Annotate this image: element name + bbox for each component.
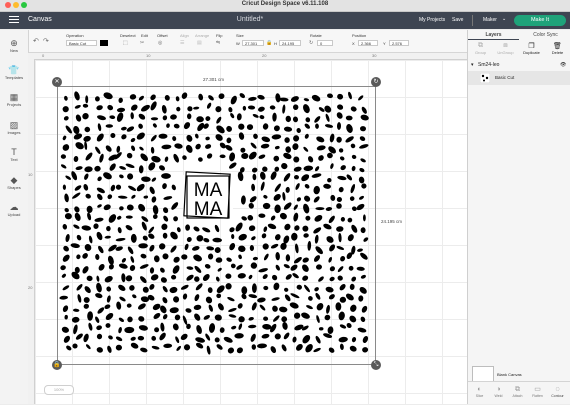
selection-box xyxy=(57,86,376,365)
layer-group-name: Sm24-leo xyxy=(478,62,500,68)
trash-icon: 🗑 xyxy=(553,43,562,50)
layers-bottom-toolbar: ◐ Slice ◑ Weld ⧉ Attach ▭ Flatten ◌ Contour xyxy=(468,381,570,405)
height-dimension: 24.195 cm xyxy=(381,219,403,224)
delete-button[interactable]: 🗑 Delete xyxy=(545,42,570,55)
slice-label: Slice xyxy=(475,394,484,398)
group-button[interactable]: ⧉ Group xyxy=(468,42,493,55)
duplicate-icon: ❐ xyxy=(528,43,535,50)
ungroup-icon: ⧈ xyxy=(503,42,508,49)
chevron-down-icon[interactable]: ▾ xyxy=(471,61,474,69)
blank-canvas-swatch[interactable] xyxy=(472,366,494,382)
contour-icon: ◌ xyxy=(555,386,560,393)
contour-button[interactable]: ◌ Contour xyxy=(548,385,567,398)
resize-handle-icon[interactable]: ⤡ xyxy=(371,360,381,370)
contour-label: Contour xyxy=(551,394,564,398)
duplicate-label: Duplicate xyxy=(523,50,540,55)
weld-button[interactable]: ◑ Weld xyxy=(489,385,508,398)
attach-icon: ⧉ xyxy=(515,386,520,393)
attach-label: Attach xyxy=(512,394,523,398)
lock-handle-icon[interactable]: 🔒 xyxy=(52,360,62,370)
zoom-control[interactable]: 100% xyxy=(44,385,74,395)
delete-label: Delete xyxy=(551,50,564,55)
flatten-button[interactable]: ▭ Flatten xyxy=(528,385,547,398)
group-label: Group xyxy=(474,50,487,55)
tab-color-sync[interactable]: Color Sync xyxy=(520,31,570,39)
ungroup-button[interactable]: ⧈ UnGroup xyxy=(493,42,518,55)
delete-handle-icon[interactable]: ✕ xyxy=(52,77,62,87)
layer-item-label: Basic Cut xyxy=(495,75,515,80)
width-dimension: 27.301 cm xyxy=(203,77,225,82)
ungroup-label: UnGroup xyxy=(497,50,514,55)
layers-panel: Layers Color Sync ⧉ Group ⧈ UnGroup ❐ Dupli… xyxy=(467,30,570,404)
flatten-label: Flatten xyxy=(532,394,543,398)
layer-item[interactable]: Basic Cut xyxy=(468,71,570,85)
slice-button[interactable]: ◐ Slice xyxy=(470,385,489,398)
flatten-icon: ▭ xyxy=(534,386,541,393)
weld-icon: ◑ xyxy=(496,386,501,393)
attach-button[interactable]: ⧉ Attach xyxy=(508,385,527,398)
layer-group[interactable]: ▾ Sm24-leo 👁 xyxy=(468,61,570,69)
weld-label: Weld xyxy=(494,394,503,398)
slice-icon: ◐ xyxy=(477,386,482,393)
group-icon: ⧉ xyxy=(478,42,483,49)
tab-layers[interactable]: Layers xyxy=(468,31,519,40)
duplicate-button[interactable]: ❐ Duplicate xyxy=(519,42,544,55)
eye-icon[interactable]: 👁 xyxy=(560,61,566,69)
rotate-handle-icon[interactable]: ↻ xyxy=(371,77,381,87)
layer-thumbnail xyxy=(480,73,490,83)
blank-canvas-label: Blank Canvas xyxy=(497,372,522,377)
